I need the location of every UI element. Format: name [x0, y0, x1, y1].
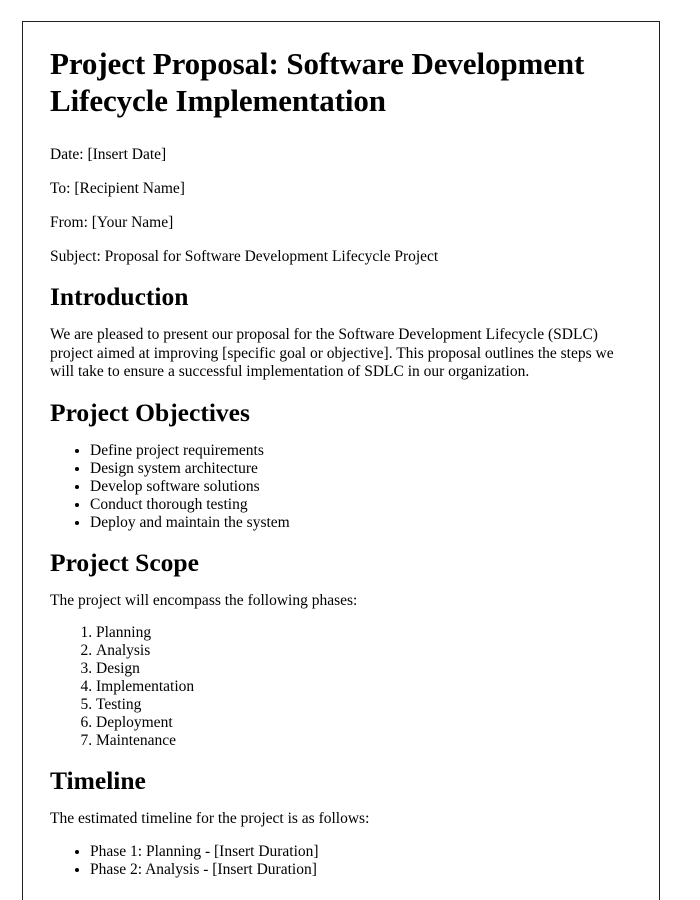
meta-sender: From: [Your Name] [50, 214, 174, 231]
meta-recipient: To: [Recipient Name] [50, 180, 185, 197]
introduction-paragraph: We are pleased to present our proposal f… [50, 326, 614, 380]
meta-date: Date: [Insert Date] [50, 146, 167, 163]
page-title: Project Proposal: Software Development L… [50, 46, 585, 118]
list-item: Analysis [96, 642, 640, 660]
list-item: Phase 1: Planning - [Insert Duration] [90, 843, 640, 861]
list-item: Planning [96, 624, 640, 642]
document-viewport: Project Proposal: Software Development L… [0, 0, 700, 900]
document-body: Project Proposal: Software Development L… [50, 45, 640, 893]
section-heading-objectives: Project Objectives [50, 397, 250, 427]
section-heading-introduction: Introduction [50, 282, 189, 311]
scope-phases-list: PlanningAnalysisDesignImplementationTest… [50, 624, 640, 750]
meta-subject: Subject: Proposal for Software Developme… [50, 248, 439, 265]
objectives-list: Define project requirementsDesign system… [50, 442, 640, 532]
list-item: Define project requirements [90, 442, 640, 460]
list-item: Deploy and maintain the system [90, 514, 640, 532]
section-heading-scope: Project Scope [50, 547, 199, 577]
list-item: Phase 2: Analysis - [Insert Duration] [90, 861, 640, 879]
list-item: Conduct thorough testing [90, 496, 640, 514]
list-item: Develop software solutions [90, 478, 640, 496]
list-item: Maintenance [96, 732, 640, 750]
list-item: Testing [96, 696, 640, 714]
document-page: Project Proposal: Software Development L… [22, 21, 660, 900]
scope-paragraph: The project will encompass the following… [50, 591, 358, 609]
list-item: Deployment [96, 714, 640, 732]
list-item: Implementation [96, 678, 640, 696]
list-item: Design system architecture [90, 460, 640, 478]
section-heading-timeline: Timeline [50, 766, 146, 795]
timeline-paragraph: The estimated timeline for the project i… [50, 810, 370, 827]
list-item: Design [96, 660, 640, 678]
timeline-list: Phase 1: Planning - [Insert Duration]Pha… [50, 843, 640, 879]
